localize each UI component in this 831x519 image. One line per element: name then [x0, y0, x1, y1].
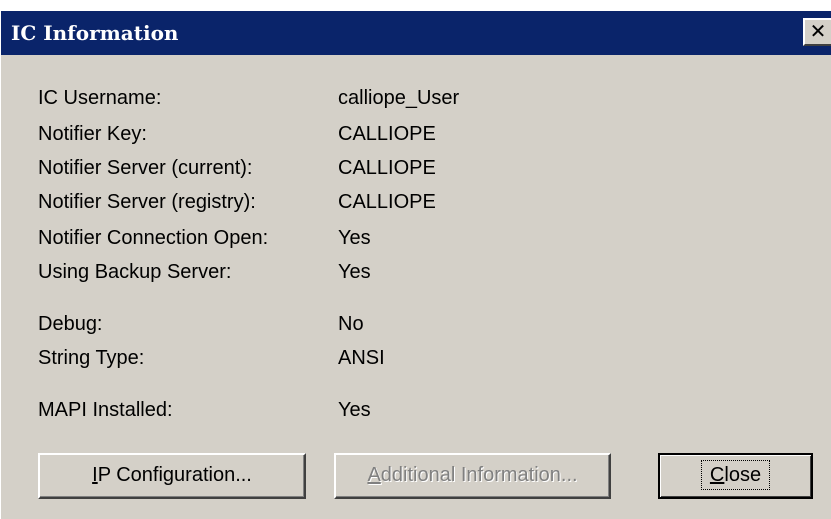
label-notifier-server-current: Notifier Server (current): — [38, 157, 253, 179]
value-string-type: ANSI — [338, 347, 385, 369]
ic-information-dialog: IC Information ✕ IC Username: calliope_U… — [0, 10, 831, 519]
ip-configuration-label: P Configuration... — [97, 464, 252, 486]
label-debug: Debug: — [38, 313, 103, 335]
close-glyph: ✕ — [809, 19, 827, 43]
title-bar[interactable]: IC Information ✕ — [1, 11, 831, 55]
additional-information-button[interactable]: Additional Information... — [334, 453, 611, 499]
value-notifier-key: CALLIOPE — [338, 123, 436, 145]
close-icon[interactable]: ✕ — [803, 18, 831, 46]
value-notifier-connection-open: Yes — [338, 227, 371, 249]
value-notifier-server-current: CALLIOPE — [338, 157, 436, 179]
close-label: lose — [724, 464, 762, 486]
additional-information-mnemonic: A — [367, 464, 381, 486]
value-notifier-server-registry: CALLIOPE — [338, 191, 436, 213]
ip-configuration-button[interactable]: IP Configuration... — [38, 453, 306, 499]
value-ic-username: calliope_User — [338, 87, 460, 109]
value-mapi-installed: Yes — [338, 399, 371, 421]
close-focus-ring: Close — [700, 460, 771, 490]
close-mnemonic: C — [709, 464, 725, 486]
value-debug: No — [338, 313, 364, 335]
label-using-backup-server: Using Backup Server: — [38, 261, 232, 283]
label-string-type: String Type: — [38, 347, 145, 369]
label-notifier-key: Notifier Key: — [38, 123, 147, 145]
close-button[interactable]: Close — [658, 453, 813, 499]
label-ic-username: IC Username: — [38, 87, 162, 109]
label-mapi-installed: MAPI Installed: — [38, 399, 173, 421]
label-notifier-connection-open: Notifier Connection Open: — [38, 227, 269, 249]
dialog-title: IC Information — [11, 21, 179, 45]
value-using-backup-server: Yes — [338, 261, 371, 283]
label-notifier-server-registry: Notifier Server (registry): — [38, 191, 256, 213]
additional-information-label: dditional Information... — [380, 464, 578, 486]
